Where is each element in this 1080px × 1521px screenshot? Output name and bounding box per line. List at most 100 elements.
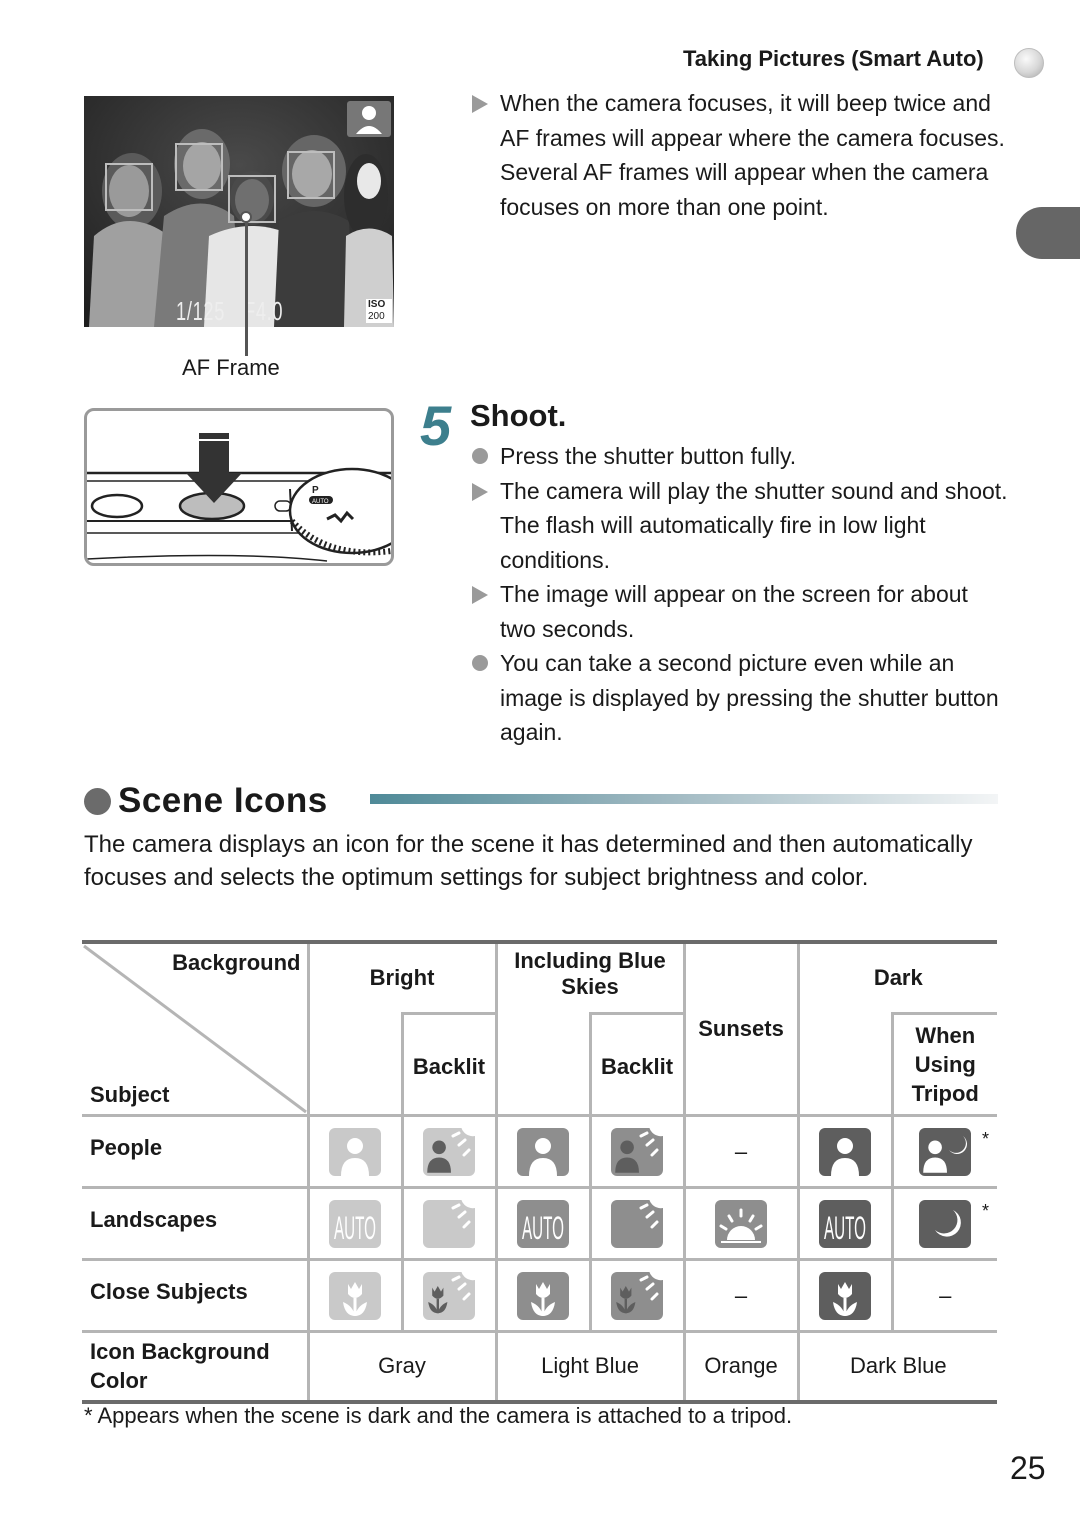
backlit-icon xyxy=(423,1199,475,1248)
lcd-screen-photo: 1/125 F4.0 ISO 200 xyxy=(84,96,394,327)
dark-normal-header xyxy=(796,1013,894,1118)
svg-text:AUTO: AUTO xyxy=(312,499,329,505)
row-label: Close Subjects xyxy=(82,1258,310,1333)
scene-cell: * xyxy=(890,1186,998,1261)
circle-bullet-icon xyxy=(472,448,488,464)
col-header-dark: Dark xyxy=(796,939,998,1014)
scene-cell: – xyxy=(682,1114,800,1189)
scene-cell xyxy=(306,1114,404,1189)
footnote-marker: * xyxy=(982,1129,990,1149)
portrait-backlit-icon xyxy=(611,1127,664,1176)
focus-note-text: Several AF frames will appear when the c… xyxy=(500,159,989,220)
bg-color-dark-blue: Dark Blue xyxy=(796,1330,998,1404)
aperture-readout: F4.0 xyxy=(244,296,284,326)
scene-cell xyxy=(494,1114,592,1189)
table-row: Landscapes AUTO AUTO AUTO * xyxy=(82,1186,998,1261)
scene-cell xyxy=(400,1258,498,1333)
backlit-icon-glyph xyxy=(639,1199,664,1228)
chapter-marker-icon xyxy=(1014,48,1044,78)
macro-backlit-icon-glyph xyxy=(428,1271,475,1313)
focus-note-text: When the camera focuses, it will beep tw… xyxy=(500,90,1005,151)
scene-icons-table: Background Subject Bright Including Blue… xyxy=(82,939,998,1404)
chapter-side-tab xyxy=(1016,207,1080,259)
section-intro: The camera displays an icon for the scen… xyxy=(84,831,973,891)
portrait-icon xyxy=(329,1127,381,1176)
lcd-photo-illustration xyxy=(84,96,394,327)
table-row-bg-color: Icon Background Color Gray Light Blue Or… xyxy=(82,1330,998,1404)
step-number: 5 xyxy=(420,394,452,457)
camera-top-illustration: AUTO P xyxy=(87,433,391,562)
scene-cell xyxy=(588,1186,686,1261)
col-header-bright: Bright xyxy=(306,939,498,1014)
svg-text:AUTO: AUTO xyxy=(522,1210,564,1246)
step-item: You can take a second picture even while… xyxy=(470,646,1010,750)
portrait-icon-glyph xyxy=(341,1137,369,1176)
section-title: Scene Icons xyxy=(118,781,328,820)
footnote: * Appears when the scene is dark and the… xyxy=(84,1403,793,1428)
not-applicable-dash: – xyxy=(939,1282,952,1308)
auto-icon-glyph: AUTO xyxy=(334,1210,376,1246)
af-frame-callout-dot xyxy=(240,211,252,223)
scene-cell xyxy=(796,1258,894,1333)
scene-cell xyxy=(400,1186,498,1261)
sunset-icon xyxy=(715,1199,768,1248)
page-number: 25 xyxy=(1010,1450,1046,1486)
col-header-blue-skies: Including Blue Skies xyxy=(494,939,686,1014)
scene-cell xyxy=(796,1114,894,1189)
triangle-bullet-icon xyxy=(472,586,488,604)
night-scene-icon-glyph xyxy=(935,1209,962,1237)
bright-normal-header xyxy=(306,1013,404,1118)
step-item: Press the shutter button fully. xyxy=(470,439,1010,474)
running-head: Taking Pictures (Smart Auto) xyxy=(683,46,984,71)
iso-value: 200 xyxy=(368,311,385,322)
auto-icon-glyph: AUTO xyxy=(824,1210,866,1246)
triangle-bullet-icon xyxy=(472,482,488,501)
scene-cell xyxy=(682,1186,800,1261)
macro-backlit-icon xyxy=(423,1271,475,1320)
col-header-sunsets: Sunsets xyxy=(682,940,800,1117)
not-applicable-dash: – xyxy=(734,1282,748,1308)
bg-color-orange: Orange xyxy=(682,1330,800,1404)
portrait-backlit-icon-glyph xyxy=(615,1127,664,1173)
focus-note-item: When the camera focuses, it will beep tw… xyxy=(470,86,1010,155)
scene-cell xyxy=(588,1258,686,1333)
scene-cell xyxy=(494,1258,592,1333)
portrait-icon xyxy=(819,1127,872,1176)
af-frame-callout-line xyxy=(245,216,248,356)
circle-bullet-icon xyxy=(472,655,488,671)
corner-background-label: Background xyxy=(172,950,301,975)
af-frame-label: AF Frame xyxy=(182,355,280,380)
section-bullet-icon xyxy=(84,788,111,815)
macro-icon-glyph xyxy=(343,1281,367,1316)
blue-skies-normal-header xyxy=(494,1013,592,1118)
step-item-text: The image will appear on the screen for … xyxy=(500,581,968,642)
macro-backlit-icon xyxy=(611,1271,664,1320)
portrait-icon xyxy=(517,1127,570,1176)
table-row: People – * xyxy=(82,1114,998,1189)
auto-icon: AUTO xyxy=(819,1199,872,1248)
scene-cell: – xyxy=(682,1258,800,1333)
macro-icon-glyph xyxy=(833,1281,858,1316)
power-button xyxy=(90,493,144,519)
scene-cell xyxy=(306,1258,404,1333)
portrait-icon-glyph xyxy=(529,1137,558,1176)
step-items: Press the shutter button fully. The came… xyxy=(470,439,1010,750)
focus-note-item: Several AF frames will appear when the c… xyxy=(470,155,1010,224)
footnote-marker: * xyxy=(982,1201,990,1221)
scene-cell: * xyxy=(890,1114,998,1189)
night-scene-icon xyxy=(919,1199,972,1248)
auto-icon: AUTO xyxy=(517,1199,570,1248)
scene-cell: – xyxy=(890,1258,998,1333)
macro-icon xyxy=(819,1271,872,1320)
section-title-rule xyxy=(370,794,998,804)
scene-cell: AUTO xyxy=(306,1186,404,1261)
step-item: The camera will play the shutter sound a… xyxy=(470,474,1010,578)
macro-backlit-icon-glyph xyxy=(616,1271,664,1313)
scene-cell xyxy=(400,1114,498,1189)
step-title: Shoot. xyxy=(470,398,567,433)
macro-icon-glyph xyxy=(531,1281,556,1316)
shutter-button-illustration: AUTO P xyxy=(84,408,394,566)
portrait-backlit-icon xyxy=(423,1127,475,1176)
shutter-speed-readout: 1/125 xyxy=(176,296,226,326)
step-item-text: You can take a second picture even while… xyxy=(500,650,999,745)
